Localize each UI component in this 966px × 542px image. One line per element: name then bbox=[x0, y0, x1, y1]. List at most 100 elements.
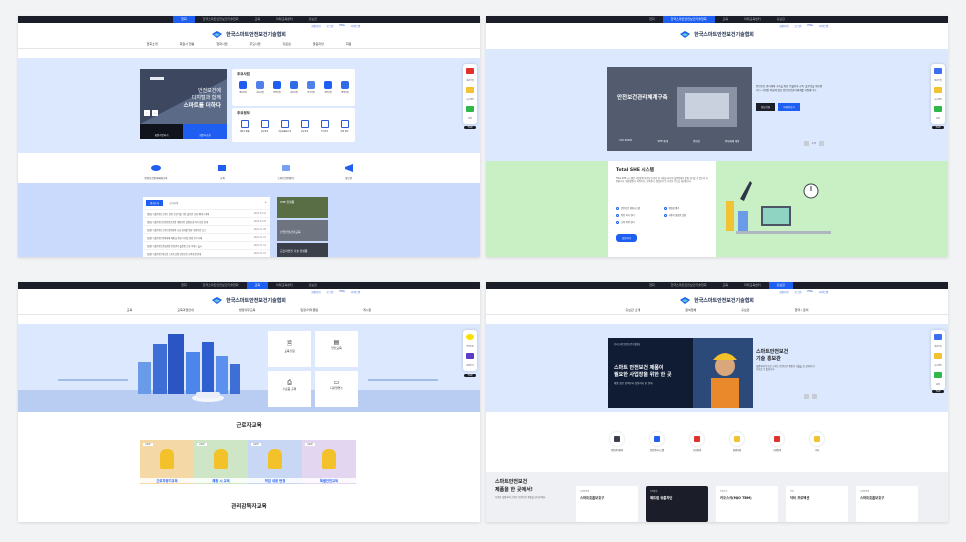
topbar-tab[interactable]: 미래교육센터 bbox=[736, 16, 769, 23]
topbar-tab[interactable]: 한국스마트안전보건기술협회 bbox=[662, 16, 715, 23]
prev-arrow-icon[interactable] bbox=[804, 394, 809, 399]
hero-tab[interactable]: 위험성 bbox=[693, 139, 700, 143]
inquiry-icon[interactable] bbox=[934, 372, 942, 378]
inquiry-icon[interactable] bbox=[934, 106, 942, 112]
nav-item[interactable]: 게시판 bbox=[363, 308, 371, 312]
topbar-tab[interactable]: 홍보관 bbox=[301, 16, 325, 23]
news-tab[interactable]: 공지사항 bbox=[165, 200, 182, 206]
util-link[interactable]: 로그인 bbox=[795, 24, 802, 28]
topbar-tab[interactable]: 한국스마트안전보건기술협회 bbox=[195, 16, 247, 23]
util-link[interactable]: 사이트맵 bbox=[351, 24, 360, 28]
quick-item[interactable]: 안전보건관리체계구축 bbox=[144, 157, 167, 180]
product-card[interactable]: 키오스크 키오스크(MJO TBM) bbox=[716, 486, 778, 522]
course-card[interactable]: 근로자 특별안전교육 bbox=[302, 440, 356, 484]
site-logo[interactable]: 한국스마트안전보건기술협회 bbox=[18, 294, 480, 306]
signup-icon[interactable] bbox=[934, 68, 942, 74]
top-button[interactable]: TOP bbox=[464, 374, 476, 377]
quick-item[interactable]: 홍보관 bbox=[344, 157, 354, 180]
top-button[interactable]: TOP bbox=[932, 390, 944, 393]
topbar-tab[interactable]: 협회 bbox=[641, 282, 663, 289]
topbar-tab[interactable]: 홍보관 bbox=[768, 282, 793, 289]
nav-item[interactable]: 홍보관 bbox=[741, 308, 749, 312]
hero-tab[interactable]: ISO 45001 bbox=[619, 139, 632, 143]
topbar-tab[interactable]: 협회 bbox=[641, 16, 663, 23]
signup-icon[interactable] bbox=[934, 334, 942, 340]
business-item[interactable]: 연구사업 bbox=[304, 81, 318, 94]
topbar-tab[interactable]: 교육 bbox=[715, 16, 737, 23]
util-link[interactable]: ENG bbox=[807, 290, 812, 293]
site-logo[interactable]: 한국스마트안전보건기술협회 bbox=[18, 28, 480, 40]
category-item[interactable]: 안전관리장비 bbox=[606, 432, 628, 452]
nav-item[interactable]: 자료실 bbox=[283, 42, 291, 46]
topbar-tab[interactable]: 한국스마트안전보건기술협회 bbox=[663, 282, 715, 289]
util-link[interactable]: 로그인 bbox=[327, 290, 334, 294]
nav-item[interactable]: 교육 bbox=[127, 308, 133, 312]
product-card[interactable]: 스마트안전 스마트호흡보호구 bbox=[576, 486, 638, 522]
util-link[interactable]: 회원가입 bbox=[311, 290, 320, 294]
edu-card[interactable]: ▭ 디지털연수 bbox=[315, 371, 358, 407]
util-link[interactable]: 사이트맵 bbox=[351, 290, 360, 294]
business-item[interactable]: 정책사업 bbox=[338, 81, 352, 94]
more-button[interactable]: 자세히보기 bbox=[778, 103, 800, 111]
prev-arrow-icon[interactable] bbox=[804, 141, 809, 146]
news-row[interactable]: [회원 기술동향] 스마트안전장비 보급 확대를 위한 지원사업 공고 2024.… bbox=[143, 225, 270, 233]
newsletter-icon[interactable] bbox=[466, 87, 474, 93]
newsletter-icon[interactable] bbox=[934, 353, 942, 359]
next-arrow-icon[interactable]: › bbox=[152, 110, 158, 116]
util-link[interactable]: 회원가입 bbox=[311, 24, 320, 28]
topbar-tab[interactable]: 미래교육센터 bbox=[268, 16, 301, 23]
topbar-tab[interactable]: 미래교육센터 bbox=[736, 282, 769, 289]
category-item[interactable]: 보호장비 bbox=[686, 432, 708, 452]
news-row[interactable]: [협회 기술동향] 스마트 안전 보건기술 기반 솔루션 공유 세미나 개최 20… bbox=[143, 209, 270, 217]
nav-item[interactable]: 홍보관 소개 bbox=[625, 308, 640, 312]
business-item[interactable]: 교육사업 bbox=[253, 81, 267, 94]
next-arrow-icon[interactable] bbox=[812, 394, 817, 399]
util-link[interactable]: 회원가입 bbox=[779, 290, 788, 294]
topbar-tab[interactable]: 한국스마트안전보건기술협회 bbox=[195, 282, 247, 289]
business-item[interactable]: 인증사업 bbox=[270, 81, 284, 94]
news-row[interactable]: [회원 기술동향] 제조업 스마트공장 안전보건 교육과정 안내 2024.11.… bbox=[143, 249, 270, 257]
nav-item[interactable]: 협회소개 bbox=[147, 42, 158, 46]
site-logo[interactable]: 한국스마트안전보건기술협회 bbox=[486, 294, 948, 306]
category-item[interactable]: 소방장비 bbox=[766, 432, 788, 452]
side-card[interactable]: 산업안전관리교육 bbox=[277, 220, 328, 241]
edu-card[interactable]: ⎙ 수료증 출력 bbox=[268, 371, 311, 407]
util-link[interactable]: ENG bbox=[807, 24, 812, 27]
signup-button[interactable]: 회원가입하기 bbox=[140, 124, 183, 139]
site-logo[interactable]: 한국스마트안전보건기술협회 bbox=[486, 28, 948, 40]
nav-item[interactable]: 교육과정안내 bbox=[177, 308, 194, 312]
category-item[interactable]: 환경측정 bbox=[726, 432, 748, 452]
product-card[interactable]: 스마트안전 스마트호흡보호구 bbox=[856, 486, 918, 522]
info-item[interactable]: 회원 정보 bbox=[336, 120, 353, 133]
util-link[interactable]: 회원가입 bbox=[779, 24, 788, 28]
signup-icon[interactable] bbox=[466, 68, 474, 74]
info-item[interactable]: 보도자료 bbox=[296, 120, 313, 133]
side-card[interactable]: 근로자안전 기술 플랫폼 bbox=[277, 243, 328, 257]
top-button[interactable]: TOP bbox=[932, 126, 944, 129]
nav-item[interactable]: 회원사 현황 bbox=[180, 42, 195, 46]
member-search-button[interactable]: 회원사조회 bbox=[183, 124, 227, 139]
nav-item[interactable]: 일정/커리큘럼 bbox=[300, 308, 318, 312]
hero-tab[interactable]: SHE 체계 bbox=[658, 139, 668, 143]
product-card[interactable]: 유해물질 페트럼 유출차단 bbox=[646, 486, 708, 522]
newsletter-icon[interactable] bbox=[934, 87, 942, 93]
nav-item[interactable]: 참여업체 bbox=[685, 308, 696, 312]
nav-item[interactable]: 알림마당 bbox=[313, 42, 324, 46]
quick-item[interactable]: 스마트안전장비 bbox=[277, 157, 294, 180]
news-tab[interactable]: 협회소식 bbox=[146, 200, 164, 206]
topbar-tab[interactable]: 교육 bbox=[246, 282, 269, 289]
nav-item[interactable]: 주요사업 bbox=[249, 42, 260, 46]
util-link[interactable]: 사이트맵 bbox=[819, 290, 828, 294]
util-link[interactable]: 로그인 bbox=[327, 24, 334, 28]
util-link[interactable]: ENG bbox=[339, 24, 344, 27]
nav-item[interactable]: 법정의무교육 bbox=[239, 308, 256, 312]
chat-icon[interactable] bbox=[466, 353, 474, 359]
quick-item[interactable]: 교육 bbox=[217, 157, 227, 180]
edu-card[interactable]: 🗎 교육신청 bbox=[268, 331, 311, 367]
hero-banner[interactable]: 안전보건관리체계구축 ISO 45001 SHE 체계 위험성 중대재해 예방 bbox=[607, 67, 752, 151]
hero-banner[interactable]: 한국스마트안전보건기술협회 스마트 안전보건 제품이 필요한 사업장을 위한 한… bbox=[608, 338, 753, 408]
hero-tab[interactable]: 중대재해 예방 bbox=[725, 139, 740, 143]
inquiry-icon[interactable] bbox=[466, 106, 474, 112]
prev-arrow-icon[interactable]: ‹ bbox=[144, 110, 150, 116]
business-item[interactable]: 홍보사업 bbox=[287, 81, 301, 94]
